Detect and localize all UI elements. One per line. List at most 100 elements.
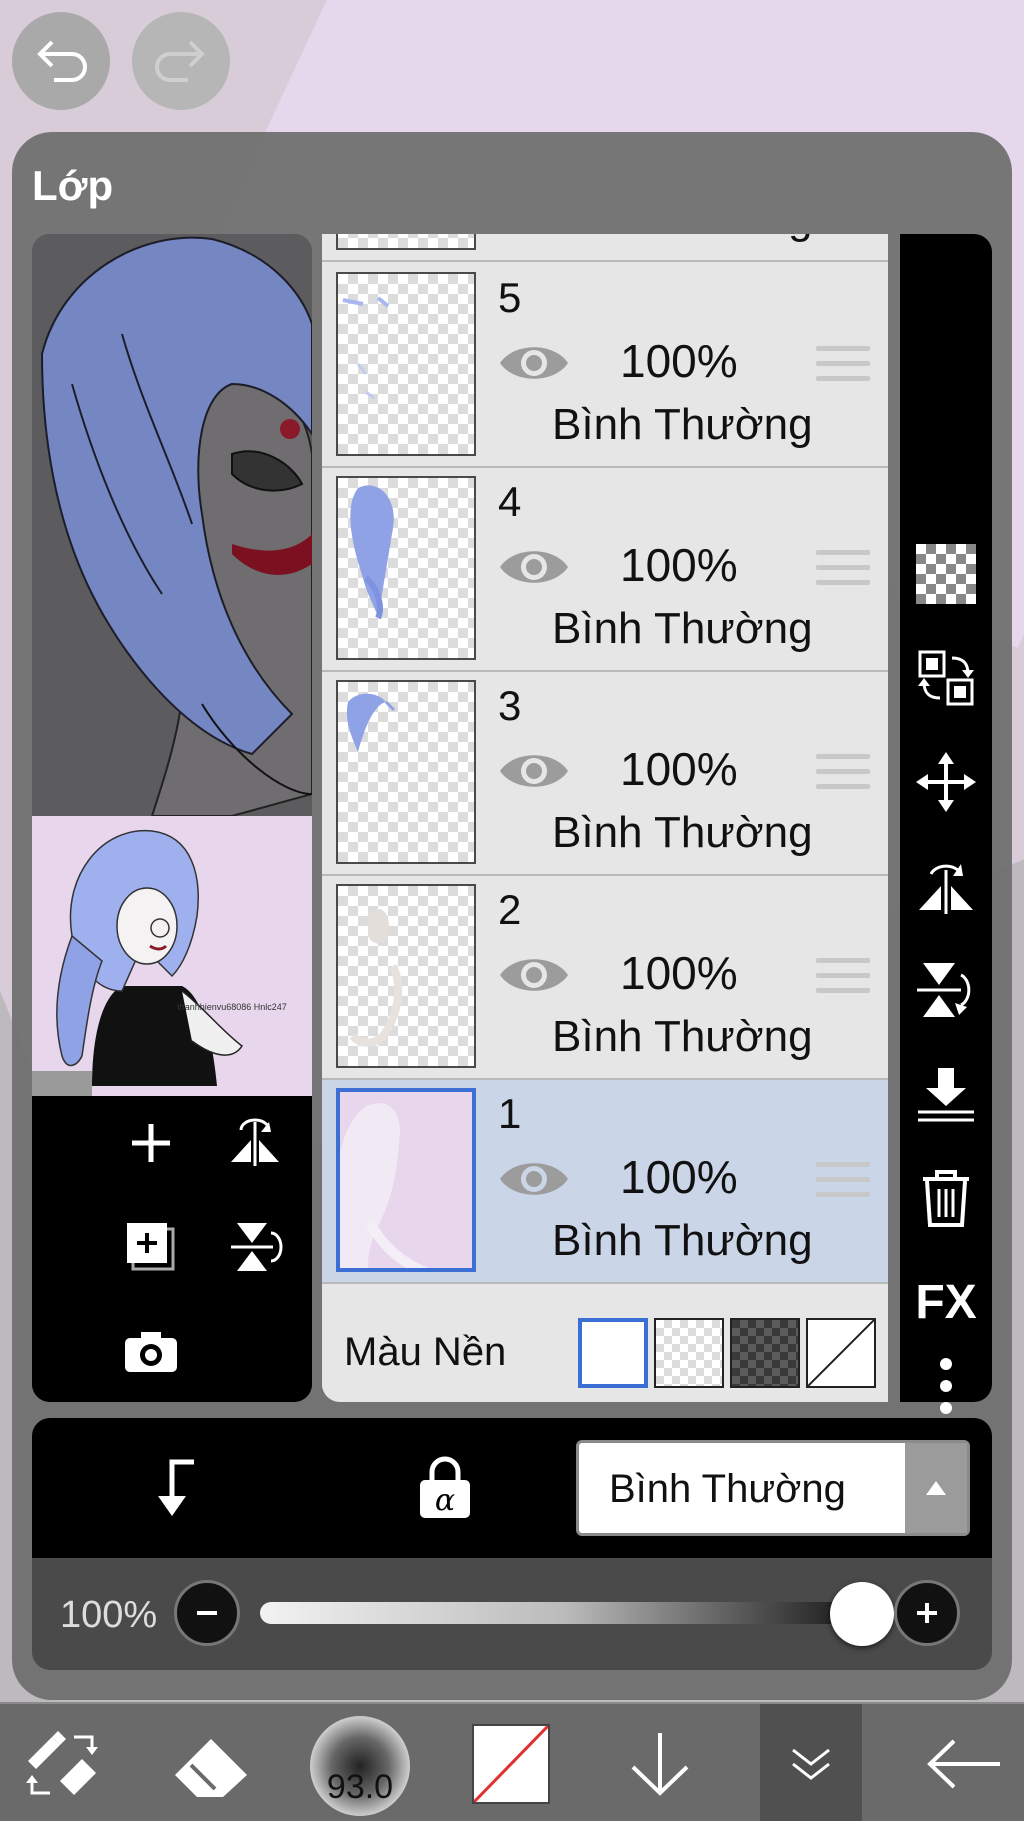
layer-row-2[interactable]: 2 100% Bình Thường xyxy=(322,876,888,1080)
background-color-label: Màu Nền xyxy=(344,1330,507,1374)
camera-icon xyxy=(125,1332,177,1372)
layer-number: 2 xyxy=(498,886,522,933)
tool-switch-button[interactable] xyxy=(0,1704,124,1821)
undo-icon xyxy=(37,40,87,82)
opacity-slider[interactable] xyxy=(260,1602,870,1624)
eye-icon xyxy=(500,347,568,379)
add-layer-copy-button[interactable] xyxy=(116,1212,186,1282)
visibility-toggle[interactable] xyxy=(496,746,572,796)
layer-panel: Lớp thanhhienvu68086 Hnlc247 5 100% Bình… xyxy=(12,132,1012,1700)
layer-row-4[interactable]: 4 100% Bình Thường xyxy=(322,468,888,672)
bottom-toolbar: 93.0 xyxy=(0,1702,1024,1821)
camera-button[interactable] xyxy=(116,1316,186,1386)
visibility-toggle[interactable] xyxy=(496,1154,572,1204)
plus-icon xyxy=(132,1124,170,1162)
layer-blend-mode: Bình Thường xyxy=(552,808,813,857)
layer-blend-mode: Bình Thường xyxy=(552,400,813,449)
flip-horizontal-side-button[interactable] xyxy=(912,852,980,920)
drag-handle-icon[interactable] xyxy=(816,1162,870,1202)
brush-size-button[interactable]: 93.0 xyxy=(310,1716,410,1816)
move-button[interactable] xyxy=(912,748,980,816)
thumbnail-artwork xyxy=(32,816,312,1096)
merge-down-button[interactable] xyxy=(912,1060,980,1128)
background-none-option[interactable] xyxy=(806,1318,876,1388)
color-slash-icon xyxy=(474,1726,548,1802)
visibility-toggle[interactable] xyxy=(496,338,572,388)
trash-icon xyxy=(923,1170,969,1227)
alpha-lock-button[interactable]: α xyxy=(418,1456,472,1525)
add-copy-icon xyxy=(127,1223,175,1271)
swap-layer-button[interactable] xyxy=(912,644,980,712)
visibility-toggle[interactable] xyxy=(496,542,572,592)
canvas-thumbnail[interactable]: thanhhienvu68086 Hnlc247 xyxy=(32,816,312,1096)
opacity-increase-button[interactable] xyxy=(894,1580,960,1646)
flip-horizontal-icon xyxy=(231,1118,279,1166)
layer-thumbnail xyxy=(336,234,476,250)
layer-thumbnail xyxy=(336,272,476,456)
delete-layer-button[interactable] xyxy=(912,1164,980,1232)
layer-blend-mode: Bình Thường xyxy=(552,234,813,244)
layer-row-partial[interactable]: Bình Thường xyxy=(322,234,888,262)
layer-blend-mode: Bình Thường xyxy=(552,604,813,653)
undo-button[interactable] xyxy=(12,12,110,110)
side-tools: FX xyxy=(900,234,992,1414)
visibility-toggle[interactable] xyxy=(496,950,572,1000)
swap-icon xyxy=(918,650,974,706)
layers-button[interactable] xyxy=(760,1704,862,1821)
clipping-button[interactable] xyxy=(144,1456,200,1525)
layer-row-5[interactable]: 5 100% Bình Thường xyxy=(322,264,888,468)
eye-icon xyxy=(500,755,568,787)
layer-opacity: 100% xyxy=(620,743,738,795)
layer-blend-mode: Bình Thường xyxy=(552,1216,813,1265)
flip-horizontal-button[interactable] xyxy=(220,1108,290,1178)
layer-opacity: 100% xyxy=(620,335,738,387)
layer-row-3[interactable]: 3 100% Bình Thường xyxy=(322,672,888,876)
layer-thumbnail xyxy=(336,476,476,660)
transparency-checker-button[interactable] xyxy=(912,540,980,608)
layer-4-preview xyxy=(350,485,394,620)
add-layer-button[interactable] xyxy=(116,1108,186,1178)
flip-vertical-side-button[interactable] xyxy=(912,956,980,1024)
opacity-decrease-button[interactable] xyxy=(174,1580,240,1646)
opacity-slider-knob[interactable] xyxy=(830,1582,894,1646)
panel-title: Lớp xyxy=(32,162,114,209)
color-swatch-button[interactable] xyxy=(472,1724,550,1804)
drag-handle-icon[interactable] xyxy=(816,346,870,386)
layer-row-1[interactable]: 1 100% Bình Thường xyxy=(322,1080,888,1284)
eye-icon xyxy=(500,551,568,583)
checker-icon xyxy=(916,544,976,604)
more-options-button[interactable] xyxy=(912,1352,980,1420)
layer-2-preview xyxy=(349,908,403,1047)
background-dark-checker-option[interactable] xyxy=(730,1318,800,1388)
dropdown-arrow-icon xyxy=(905,1443,967,1533)
preview-column: thanhhienvu68086 Hnlc247 xyxy=(32,234,312,1402)
layer-number: 4 xyxy=(498,478,522,525)
eraser-icon xyxy=(175,1738,247,1797)
layer-number: 1 xyxy=(498,1090,522,1137)
diagonal-slash-icon xyxy=(807,1319,875,1387)
layer-list[interactable]: Bình Thường 5 100% Bình Thường xyxy=(322,234,888,1402)
drag-handle-icon[interactable] xyxy=(816,958,870,998)
flip-vertical-button[interactable] xyxy=(220,1212,290,1282)
redo-button[interactable] xyxy=(132,12,230,110)
background-white-option[interactable] xyxy=(578,1318,648,1388)
opacity-bar: 100% xyxy=(32,1558,992,1670)
drag-handle-icon[interactable] xyxy=(816,550,870,590)
background-color-row: Màu Nền xyxy=(322,1294,888,1402)
layer-down-button[interactable] xyxy=(610,1704,710,1821)
fx-button[interactable]: FX xyxy=(912,1268,980,1336)
eraser-button[interactable] xyxy=(156,1704,266,1821)
drag-handle-icon[interactable] xyxy=(816,754,870,794)
flip-vertical-icon xyxy=(917,963,971,1017)
layer-blend-mode: Bình Thường xyxy=(552,1012,813,1061)
flip-horizontal-icon xyxy=(919,864,973,914)
merge-down-icon xyxy=(918,1068,974,1122)
layer-thumbnail xyxy=(336,884,476,1068)
blend-mode-select[interactable]: Bình Thường xyxy=(576,1440,970,1536)
background-transparent-option[interactable] xyxy=(654,1318,724,1388)
blend-mode-bar: α Bình Thường xyxy=(32,1418,992,1558)
zoom-preview[interactable] xyxy=(32,234,312,816)
preview-tools xyxy=(32,1096,312,1402)
back-button[interactable] xyxy=(904,1704,1024,1821)
layer-opacity: 100% xyxy=(620,1151,738,1203)
